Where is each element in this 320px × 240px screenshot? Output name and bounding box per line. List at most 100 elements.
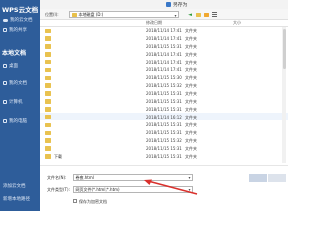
file-type: 文件夹 bbox=[185, 98, 197, 104]
sidebar-item-label: 新增本地路径 bbox=[3, 197, 30, 202]
folder-icon bbox=[45, 114, 51, 120]
filename-label: 文件名(N): bbox=[47, 175, 67, 180]
file-type: 文件夹 bbox=[185, 83, 197, 89]
pc-icon bbox=[3, 119, 7, 123]
sidebar-item-my-cloud[interactable]: 我的云文档 bbox=[3, 17, 33, 23]
sidebar-item-label: 我的文档 bbox=[9, 81, 27, 86]
file-date: 2018/11/15 15:31 bbox=[146, 90, 182, 96]
folder-icon bbox=[45, 28, 51, 33]
folder-icon bbox=[45, 154, 51, 159]
table-row[interactable]: 2018/11/14 16:12 文件夹 bbox=[40, 113, 288, 121]
table-row[interactable]: 下载 2018/11/15 15:31 文件夹 bbox=[40, 153, 288, 160]
scrollbar-thumb[interactable] bbox=[282, 29, 286, 69]
file-date: 2018/11/15 15:31 bbox=[146, 43, 182, 49]
encrypt-checkbox-label[interactable]: 保存为加密文档 bbox=[79, 199, 107, 205]
drive-icon bbox=[71, 12, 77, 17]
file-date: 2018/11/14 17:41 bbox=[146, 59, 182, 65]
table-row[interactable]: 2018/11/15 15:31 文件夹 bbox=[40, 121, 288, 128]
window-title-text: 另存为 bbox=[173, 3, 188, 8]
folder-icon bbox=[45, 91, 51, 96]
table-row[interactable]: 2018/11/14 17:41 文件夹 bbox=[40, 66, 288, 73]
cancel-button[interactable] bbox=[268, 174, 286, 182]
folder-icon bbox=[45, 130, 51, 136]
folder-icon bbox=[45, 146, 51, 151]
sidebar-item-label: 桌面 bbox=[9, 64, 18, 69]
sidebar: WPS云文档 我的云文档 我的共享 本地文档 桌面 我的文档 计算机 我的电脑 … bbox=[0, 0, 40, 211]
table-row[interactable]: 2018/11/14 17:41 文件夹 bbox=[40, 58, 288, 65]
table-row[interactable]: 2018/11/14 17:41 文件夹 bbox=[40, 51, 288, 58]
file-date: 2018/11/14 17:41 bbox=[146, 51, 182, 57]
file-date: 2018/11/15 15:31 bbox=[146, 122, 182, 128]
file-type: 文件夹 bbox=[185, 75, 197, 81]
new-folder-button[interactable] bbox=[203, 11, 209, 18]
save-button[interactable] bbox=[249, 174, 267, 182]
sidebar-item-documents[interactable]: 我的文档 bbox=[3, 80, 27, 86]
file-name: 下载 bbox=[54, 153, 62, 159]
file-type: 文件夹 bbox=[185, 153, 197, 159]
table-row[interactable]: 2018/11/15 15:31 文件夹 bbox=[40, 145, 288, 152]
sidebar-item-label: 添加云文档 bbox=[3, 184, 26, 189]
table-row[interactable]: 2018/11/15 15:31 文件夹 bbox=[40, 106, 288, 113]
table-row[interactable]: 2018/11/15 15:31 文件夹 bbox=[40, 43, 288, 50]
up-folder-button[interactable] bbox=[195, 11, 201, 18]
arrow-shaft bbox=[147, 180, 198, 195]
share-icon bbox=[3, 28, 7, 32]
location-dropdown[interactable]: 本地磁盘 (D:) ▾ bbox=[69, 11, 179, 18]
file-type: 文件夹 bbox=[185, 28, 197, 34]
view-grid-icon bbox=[211, 12, 217, 17]
sidebar-section-local: 本地文档 bbox=[2, 50, 27, 57]
filetype-value: 网页文件(*.html;*.htm) bbox=[75, 187, 120, 192]
file-date: 2018/11/15 15:30 bbox=[146, 75, 182, 81]
file-type: 文件夹 bbox=[185, 114, 197, 120]
new-folder-icon bbox=[203, 12, 209, 17]
filename-value: 卷夜.html bbox=[75, 175, 94, 180]
file-date: 2018/11/14 17:41 bbox=[146, 67, 182, 73]
file-date: 2018/11/15 15:32 bbox=[146, 138, 182, 144]
file-date: 2018/11/15 15:31 bbox=[146, 153, 182, 159]
file-type: 文件夹 bbox=[185, 67, 197, 73]
folder-icon bbox=[45, 52, 51, 57]
file-date: 2018/11/15 15:31 bbox=[146, 130, 182, 136]
table-row[interactable]: 2018/11/15 15:30 文件夹 bbox=[40, 74, 288, 81]
file-type: 文件夹 bbox=[185, 145, 197, 151]
sidebar-item-label: 我的云文档 bbox=[10, 18, 33, 23]
chevron-down-icon: ▾ bbox=[174, 12, 177, 18]
desktop-icon bbox=[3, 64, 7, 68]
sidebar-item-shared[interactable]: 我的共享 bbox=[3, 27, 27, 33]
folder-icon bbox=[45, 75, 51, 81]
sidebar-add-cloud-button[interactable]: 添加云文档 bbox=[3, 183, 26, 189]
folder-icon bbox=[45, 122, 51, 128]
sidebar-add-local-path-button[interactable]: 新增本地路径 bbox=[3, 196, 30, 202]
annotation-arrow-icon bbox=[144, 179, 198, 195]
table-row[interactable]: 2018/11/14 17:41 文件夹 bbox=[40, 35, 288, 42]
file-date: 2018/11/15 15:31 bbox=[146, 98, 182, 104]
table-row[interactable]: 2018/11/15 15:32 文件夹 bbox=[40, 82, 288, 89]
file-type: 文件夹 bbox=[185, 138, 197, 144]
sidebar-title: WPS云文档 bbox=[2, 6, 39, 14]
sidebar-item-label: 我的共享 bbox=[9, 28, 27, 33]
toolbar: 位置(I): 本地磁盘 (D:) ▾ ◄ bbox=[40, 9, 288, 20]
location-label: 位置(I): bbox=[45, 12, 59, 17]
view-menu-button[interactable] bbox=[211, 11, 217, 18]
table-row[interactable]: 2018/11/15 15:31 文件夹 bbox=[40, 90, 288, 97]
table-row[interactable]: 2018/11/15 15:32 文件夹 bbox=[40, 137, 288, 144]
back-arrow-icon: ◄ bbox=[188, 11, 192, 18]
cloud-icon bbox=[3, 18, 8, 22]
encrypt-checkbox[interactable] bbox=[73, 199, 77, 203]
computer-icon bbox=[3, 100, 7, 104]
file-type: 文件夹 bbox=[185, 90, 197, 96]
filetype-label: 文件类型(T): bbox=[47, 187, 70, 192]
table-row[interactable]: 2018/11/15 15:31 文件夹 bbox=[40, 98, 288, 105]
back-button[interactable]: ◄ bbox=[187, 11, 193, 18]
table-row[interactable]: 2018/11/15 15:31 文件夹 bbox=[40, 129, 288, 136]
window-title: 另存为 bbox=[166, 1, 187, 8]
sidebar-item-label: 计算机 bbox=[9, 100, 23, 105]
folder-icon bbox=[45, 99, 51, 104]
sidebar-item-computer[interactable]: 计算机 bbox=[3, 99, 23, 105]
folder-icon bbox=[45, 138, 51, 143]
sidebar-item-my-pc[interactable]: 我的电脑 bbox=[3, 118, 27, 124]
file-type: 文件夹 bbox=[185, 122, 197, 128]
file-date: 2018/11/15 15:31 bbox=[146, 145, 182, 151]
sidebar-item-desktop[interactable]: 桌面 bbox=[3, 63, 18, 69]
table-row[interactable]: 2018/11/14 17:41 文件夹 bbox=[40, 27, 288, 34]
